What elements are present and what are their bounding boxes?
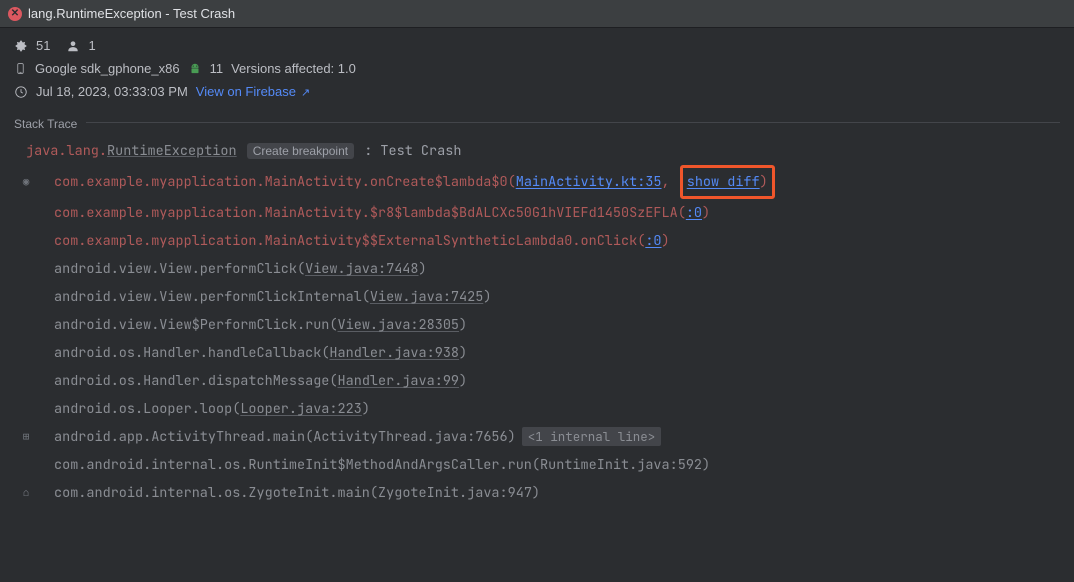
create-breakpoint-button[interactable]: Create breakpoint bbox=[247, 143, 354, 159]
user-count: 1 bbox=[88, 38, 95, 53]
device-name: Google sdk_gphone_x86 bbox=[35, 61, 180, 76]
paren-open: ( bbox=[370, 484, 378, 502]
view-on-firebase-link[interactable]: View on Firebase ↗ bbox=[196, 84, 311, 99]
crash-meta: 51 1 Google sdk_gphone_x86 11 Versions a… bbox=[0, 28, 1074, 111]
window-title: lang.RuntimeException - Test Crash bbox=[28, 6, 235, 21]
stack-trace: java.lang.RuntimeException Create breakp… bbox=[0, 133, 1074, 521]
separator: , bbox=[662, 173, 678, 191]
stack-frame: com.android.internal.os.RuntimeInit$Meth… bbox=[14, 451, 1060, 479]
stack-trace-label: Stack Trace bbox=[0, 111, 1074, 133]
exception-sep: : bbox=[356, 142, 380, 160]
frame-method: com.android.internal.os.ZygoteInit.main bbox=[54, 484, 370, 502]
paren-close: ) bbox=[532, 484, 540, 502]
android-icon bbox=[188, 62, 202, 76]
frame-method: android.view.View$PerformClick.run bbox=[54, 316, 329, 334]
shield-gutter-icon[interactable]: ◉ bbox=[18, 165, 34, 199]
frame-method: com.example.myapplication.MainActivity.$… bbox=[54, 204, 678, 222]
paren-close: ) bbox=[508, 428, 516, 446]
exception-package: java.lang. bbox=[26, 142, 107, 160]
stack-frame: android.view.View.performClick(View.java… bbox=[14, 255, 1060, 283]
stack-frame: android.view.View$PerformClick.run(View.… bbox=[14, 311, 1060, 339]
stack-frame: ◉ com.example.myapplication.MainActivity.… bbox=[14, 165, 1060, 199]
frame-method: android.view.View.performClickInternal bbox=[54, 288, 362, 306]
home-gutter-icon[interactable]: ⌂ bbox=[18, 479, 34, 507]
frame-method: android.os.Handler.handleCallback bbox=[54, 344, 321, 362]
crash-timestamp: Jul 18, 2023, 03:33:03 PM bbox=[36, 84, 188, 99]
stack-frame: android.view.View.performClickInternal(V… bbox=[14, 283, 1060, 311]
frame-method: com.android.internal.os.RuntimeInit$Meth… bbox=[54, 456, 532, 474]
source-location: RuntimeInit.java:592 bbox=[540, 456, 702, 474]
paren-close: ) bbox=[419, 260, 427, 278]
show-diff-highlight: show diff) bbox=[680, 165, 775, 199]
paren-close: ) bbox=[362, 400, 370, 418]
paren-close: ) bbox=[662, 232, 670, 250]
crash-count: 51 bbox=[36, 38, 50, 53]
paren-open: ( bbox=[362, 288, 370, 306]
frame-method: android.view.View.performClick bbox=[54, 260, 297, 278]
stack-frame: com.example.myapplication.MainActivity$$… bbox=[14, 227, 1060, 255]
paren-close: ) bbox=[483, 288, 491, 306]
counts-row: 51 1 bbox=[14, 38, 1060, 53]
crash-count-icon bbox=[14, 39, 28, 53]
stack-frame: android.os.Handler.dispatchMessage(Handl… bbox=[14, 367, 1060, 395]
versions-affected: Versions affected: 1.0 bbox=[231, 61, 356, 76]
timestamp-row: Jul 18, 2023, 03:33:03 PM View on Fireba… bbox=[14, 84, 1060, 99]
source-link[interactable]: :0 bbox=[645, 232, 661, 250]
frame-method: android.os.Handler.dispatchMessage bbox=[54, 372, 329, 390]
frame-method: android.os.Looper.loop bbox=[54, 400, 232, 418]
source-link[interactable]: MainActivity.kt:35 bbox=[516, 173, 662, 191]
source-link[interactable]: Handler.java:938 bbox=[329, 344, 459, 362]
user-count-icon bbox=[66, 39, 80, 53]
stack-frame: ⊞ android.app.ActivityThread.main(Activit… bbox=[14, 423, 1060, 451]
frame-method: com.example.myapplication.MainActivity.o… bbox=[54, 173, 508, 191]
device-row: Google sdk_gphone_x86 11 Versions affect… bbox=[14, 61, 1060, 76]
paren-open: ( bbox=[532, 456, 540, 474]
source-link[interactable]: View.java:7425 bbox=[370, 288, 483, 306]
external-link-icon: ↗ bbox=[298, 87, 310, 99]
paren-open: ( bbox=[508, 173, 516, 191]
paren-open: ( bbox=[678, 204, 686, 222]
firebase-link-label: View on Firebase bbox=[196, 84, 296, 99]
paren-open: ( bbox=[305, 428, 313, 446]
paren-open: ( bbox=[329, 372, 337, 390]
source-link[interactable]: Handler.java:99 bbox=[338, 372, 460, 390]
internal-lines-badge[interactable]: <1 internal line> bbox=[522, 427, 662, 446]
source-link[interactable]: View.java:7448 bbox=[305, 260, 418, 278]
source-link[interactable]: View.java:28305 bbox=[338, 316, 460, 334]
source-location: ZygoteInit.java:947 bbox=[378, 484, 532, 502]
stack-frame: ⌂ com.android.internal.os.ZygoteInit.main… bbox=[14, 479, 1060, 507]
source-location: ActivityThread.java:7656 bbox=[313, 428, 507, 446]
stack-frame: android.os.Handler.handleCallback(Handle… bbox=[14, 339, 1060, 367]
show-diff-link[interactable]: show diff bbox=[687, 173, 760, 191]
frame-method: android.app.ActivityThread.main bbox=[54, 428, 305, 446]
exception-class[interactable]: RuntimeException bbox=[107, 142, 237, 160]
exception-message: Test Crash bbox=[380, 142, 461, 160]
stack-frame: android.os.Looper.loop(Looper.java:223) bbox=[14, 395, 1060, 423]
paren-close: ) bbox=[702, 456, 710, 474]
source-link[interactable]: Looper.java:223 bbox=[240, 400, 362, 418]
close-icon[interactable]: ✕ bbox=[8, 7, 22, 21]
exception-line: java.lang.RuntimeException Create breakp… bbox=[14, 137, 1060, 165]
paren-open: ( bbox=[297, 260, 305, 278]
frame-method: com.example.myapplication.MainActivity$$… bbox=[54, 232, 637, 250]
paren-close: ) bbox=[459, 344, 467, 362]
paren-close: ) bbox=[702, 204, 710, 222]
stack-frame: com.example.myapplication.MainActivity.$… bbox=[14, 199, 1060, 227]
api-level: 11 bbox=[210, 61, 224, 76]
plus-gutter-icon[interactable]: ⊞ bbox=[18, 423, 34, 451]
paren-close: ) bbox=[760, 173, 768, 191]
clock-icon bbox=[14, 85, 28, 99]
paren-open: ( bbox=[329, 316, 337, 334]
device-icon bbox=[14, 62, 27, 75]
source-link[interactable]: :0 bbox=[686, 204, 702, 222]
paren-close: ) bbox=[459, 316, 467, 334]
paren-close: ) bbox=[459, 372, 467, 390]
titlebar: ✕ lang.RuntimeException - Test Crash bbox=[0, 0, 1074, 28]
